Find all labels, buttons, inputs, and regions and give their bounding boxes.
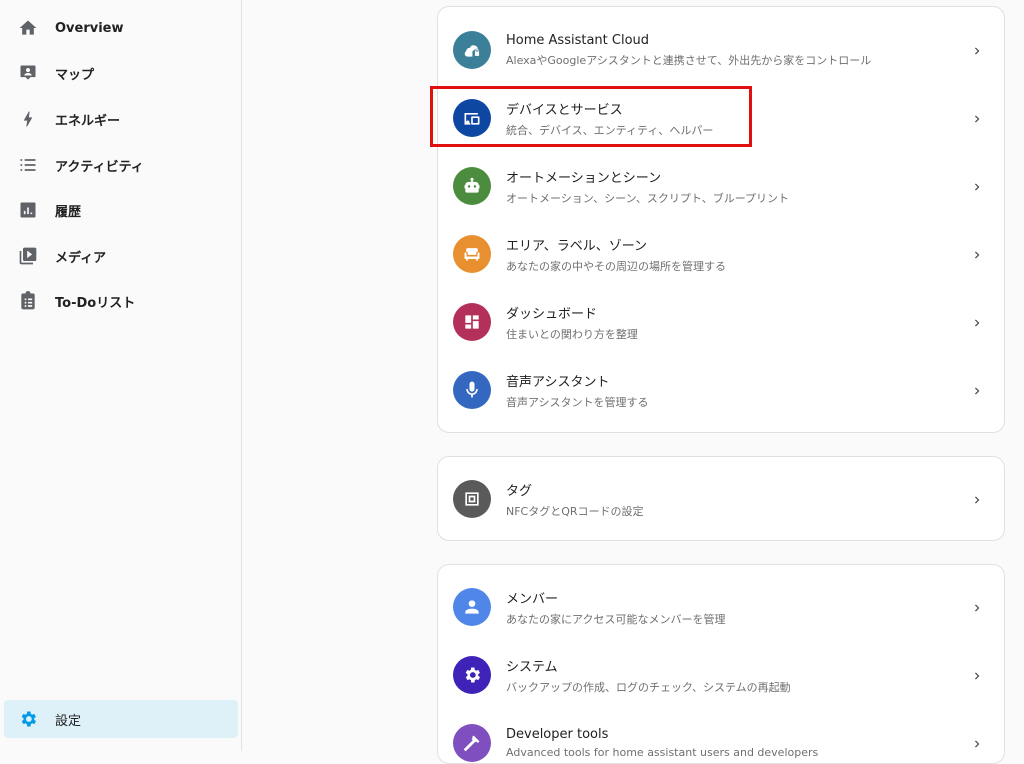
chevron-right-icon bbox=[970, 315, 984, 329]
robot-icon bbox=[453, 167, 491, 205]
dashboard-icon bbox=[453, 303, 491, 341]
sidebar-item-label: 設定 bbox=[55, 713, 82, 729]
cloud-lock-icon bbox=[453, 31, 491, 69]
settings-card-tags: タグ NFCタグとQRコードの設定 bbox=[437, 456, 1005, 541]
menu-item-title: エリア、ラベル、ゾーン bbox=[506, 238, 648, 254]
menu-item-subtitle: バックアップの作成、ログのチェック、システムの再起動 bbox=[506, 680, 791, 694]
sidebar-item-energy[interactable]: エネルギー bbox=[4, 100, 238, 138]
menu-item-subtitle: あなたの家にアクセス可能なメンバーを管理 bbox=[506, 612, 726, 626]
chevron-right-icon bbox=[970, 111, 984, 125]
chevron-right-icon bbox=[970, 179, 984, 193]
lightning-icon bbox=[18, 109, 38, 129]
chevron-right-icon bbox=[970, 383, 984, 397]
menu-item-title: Developer tools bbox=[506, 727, 609, 742]
home-icon bbox=[18, 18, 38, 38]
person-icon bbox=[453, 588, 491, 626]
sidebar: Overview マップ エネルギー アクティビティ 履歴 メディア To-Do… bbox=[0, 0, 242, 751]
nfc-icon bbox=[453, 480, 491, 518]
sidebar-item-label: 履歴 bbox=[55, 204, 82, 220]
media-icon bbox=[18, 246, 38, 266]
settings-card-system: メンバー あなたの家にアクセス可能なメンバーを管理 システム バックアップの作成… bbox=[437, 564, 1005, 764]
microphone-icon bbox=[453, 371, 491, 409]
menu-item-developer-tools[interactable]: Developer tools Advanced tools for home … bbox=[438, 709, 1004, 763]
menu-item-subtitle: NFCタグとQRコードの設定 bbox=[506, 504, 644, 518]
menu-item-subtitle: 音声アシスタントを管理する bbox=[506, 395, 649, 409]
gear-icon bbox=[18, 709, 38, 729]
menu-item-title: メンバー bbox=[506, 591, 559, 607]
chevron-right-icon bbox=[970, 668, 984, 682]
menu-item-title: Home Assistant Cloud bbox=[506, 32, 650, 48]
hammer-icon bbox=[453, 724, 491, 762]
menu-item-subtitle: オートメーション、シーン、スクリプト、ブループリント bbox=[506, 191, 790, 205]
sidebar-item-label: Overview bbox=[55, 20, 124, 36]
sidebar-item-settings[interactable]: 設定 bbox=[4, 700, 238, 738]
menu-item-automations[interactable]: オートメーションとシーン オートメーション、シーン、スクリプト、ブループリント bbox=[438, 152, 1004, 220]
map-icon bbox=[18, 63, 38, 83]
chevron-right-icon bbox=[970, 736, 984, 750]
sidebar-item-label: メディア bbox=[55, 250, 107, 266]
menu-item-system[interactable]: システム バックアップの作成、ログのチェック、システムの再起動 bbox=[438, 641, 1004, 709]
menu-item-voice-assistants[interactable]: 音声アシスタント 音声アシスタントを管理する bbox=[438, 356, 1004, 424]
menu-item-subtitle: AlexaやGoogleアシスタントと連携させて、外出先から家をコントロール bbox=[506, 53, 872, 67]
chevron-right-icon bbox=[970, 492, 984, 506]
menu-item-people[interactable]: メンバー あなたの家にアクセス可能なメンバーを管理 bbox=[438, 573, 1004, 641]
sidebar-item-label: アクティビティ bbox=[55, 159, 144, 175]
menu-item-tags[interactable]: タグ NFCタグとQRコードの設定 bbox=[438, 465, 1004, 533]
sidebar-item-history[interactable]: 履歴 bbox=[4, 191, 238, 229]
menu-item-title: 音声アシスタント bbox=[506, 374, 610, 390]
chevron-right-icon bbox=[970, 247, 984, 261]
sidebar-item-label: マップ bbox=[55, 67, 95, 83]
menu-item-title: システム bbox=[506, 659, 558, 675]
sidebar-item-map[interactable]: マップ bbox=[4, 54, 238, 92]
menu-item-dashboards[interactable]: ダッシュボード 住まいとの関わり方を整理 bbox=[438, 288, 1004, 356]
gear-icon bbox=[453, 656, 491, 694]
sidebar-item-activity[interactable]: アクティビティ bbox=[4, 146, 238, 184]
menu-item-title: オートメーションとシーン bbox=[506, 170, 662, 186]
menu-item-cloud[interactable]: Home Assistant Cloud AlexaやGoogleアシスタントと… bbox=[438, 16, 1004, 84]
menu-item-subtitle: あなたの家の中やその周辺の場所を管理する bbox=[506, 259, 726, 273]
chart-icon bbox=[18, 200, 38, 220]
settings-card-main: Home Assistant Cloud AlexaやGoogleアシスタントと… bbox=[437, 6, 1005, 433]
chevron-right-icon bbox=[970, 43, 984, 57]
chevron-right-icon bbox=[970, 600, 984, 614]
menu-item-areas[interactable]: エリア、ラベル、ゾーン あなたの家の中やその周辺の場所を管理する bbox=[438, 220, 1004, 288]
menu-item-title: ダッシュボード bbox=[506, 306, 598, 322]
sidebar-item-todo[interactable]: To-Doリスト bbox=[4, 282, 238, 320]
sidebar-item-overview[interactable]: Overview bbox=[4, 9, 238, 47]
sidebar-item-media[interactable]: メディア bbox=[4, 237, 238, 275]
menu-item-title: タグ bbox=[506, 483, 533, 499]
menu-item-subtitle: Advanced tools for home assistant users … bbox=[506, 746, 819, 759]
sidebar-item-label: エネルギー bbox=[55, 113, 121, 129]
clipboard-icon bbox=[18, 291, 38, 311]
list-icon bbox=[18, 155, 38, 175]
sidebar-item-label: To-Doリスト bbox=[55, 295, 136, 311]
highlight-box bbox=[430, 86, 752, 147]
sofa-icon bbox=[453, 235, 491, 273]
menu-item-subtitle: 住まいとの関わり方を整理 bbox=[506, 327, 638, 341]
